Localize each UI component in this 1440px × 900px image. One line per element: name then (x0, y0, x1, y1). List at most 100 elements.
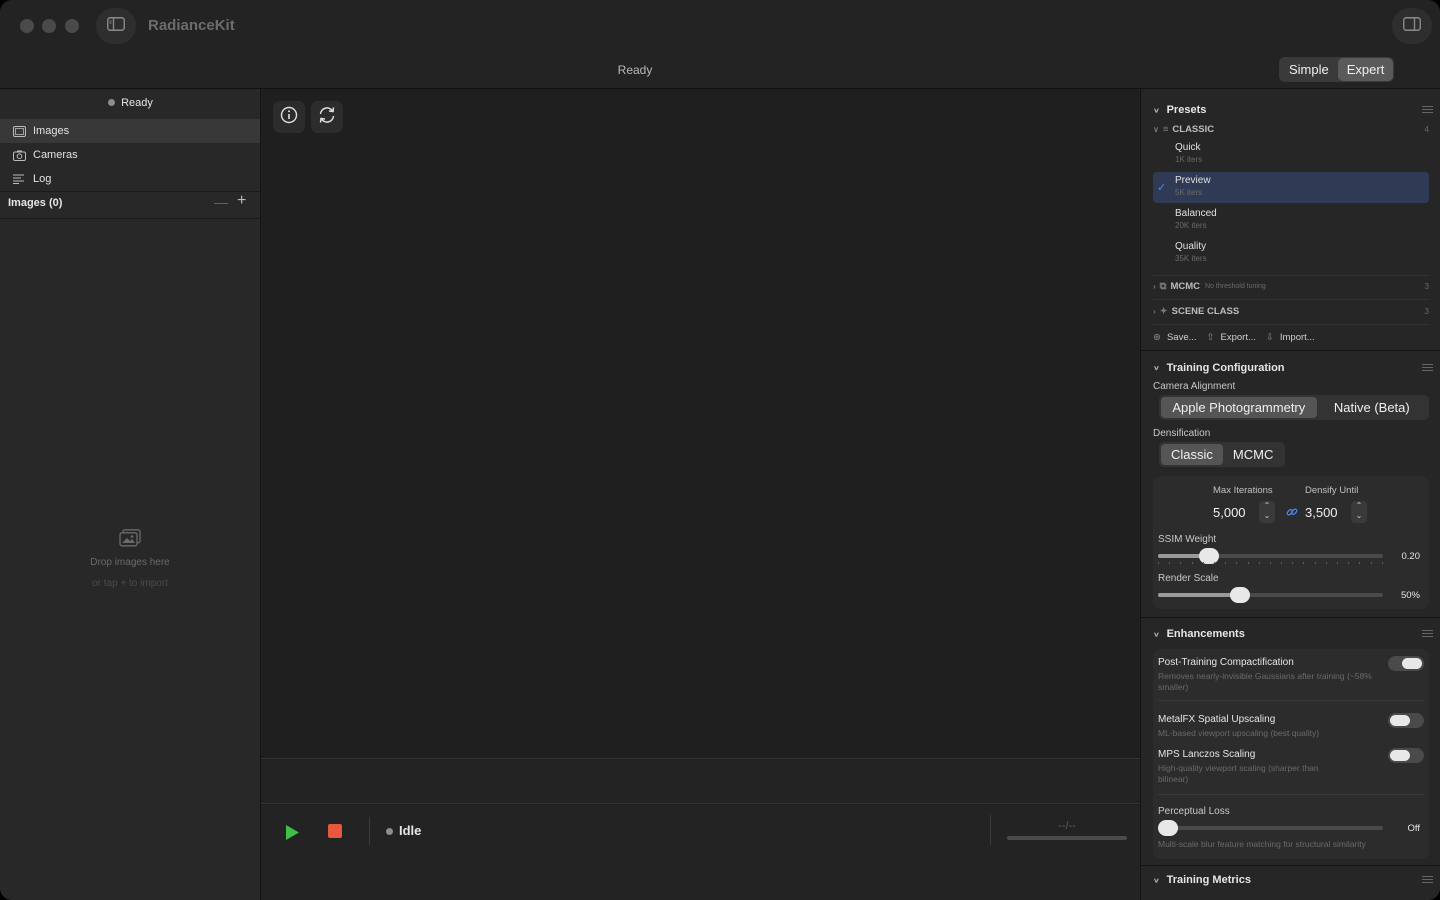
slider-tick (1370, 562, 1372, 564)
drag-handle-icon[interactable] (1422, 876, 1433, 885)
preset-item-quality[interactable]: Quality 35K iters (1153, 238, 1429, 269)
zoom-window-button[interactable] (65, 19, 79, 33)
densification-mcmc-option[interactable]: MCMC (1223, 444, 1283, 465)
slider-tick (1281, 562, 1283, 564)
render-viewport[interactable] (261, 89, 1140, 759)
progress-eta: --/-- (1058, 820, 1076, 832)
slider-ticks (1158, 562, 1383, 564)
toggle-sidebar-button[interactable] (96, 8, 136, 44)
preset-item-preview[interactable]: ✓ Preview 5K iters (1153, 172, 1429, 203)
checkmark-icon: ✓ (1157, 182, 1167, 194)
photo-icon (12, 124, 26, 138)
refresh-icon (317, 106, 337, 129)
lanczos-toggle[interactable] (1388, 748, 1424, 763)
preset-group-mcmc[interactable]: › ⧉ MCMC No threshold tuning 3 (1153, 281, 1429, 292)
main-area: Idle --/-- (261, 89, 1140, 900)
slider-tick (1169, 562, 1171, 564)
slider-knob[interactable] (1230, 587, 1250, 603)
save-preset-button[interactable]: Save... (1167, 332, 1197, 343)
sidebar-item-cameras[interactable]: Cameras (0, 143, 260, 167)
mode-simple-button[interactable]: Simple (1280, 58, 1338, 81)
slider-knob[interactable] (1158, 820, 1178, 836)
remove-image-button[interactable]: — (214, 194, 228, 210)
sidebar-item-images[interactable]: Images (0, 119, 260, 143)
slider-fill (1158, 593, 1240, 597)
slider-tick (1292, 562, 1294, 564)
toggle-inspector-button[interactable] (1392, 8, 1432, 44)
camera-alignment-label: Camera Alignment (1153, 381, 1236, 392)
ssim-weight-value: 0.20 (1401, 551, 1421, 562)
densification-classic-option[interactable]: Classic (1161, 444, 1223, 465)
densification-label: Densification (1153, 428, 1211, 439)
chevron-down-icon: ∨ (1153, 106, 1160, 114)
info-button[interactable] (273, 101, 305, 133)
plus-circle-icon: ⊕ (1153, 332, 1161, 343)
training-config-header[interactable]: ∨ Training Configuration (1153, 362, 1433, 374)
export-preset-button[interactable]: Export... (1221, 332, 1256, 343)
minimize-window-button[interactable] (42, 19, 56, 33)
divider (1141, 350, 1440, 351)
slider-tick (1225, 562, 1227, 564)
stop-button[interactable] (328, 824, 342, 838)
link-icon[interactable] (1286, 505, 1298, 523)
compactification-desc: Removes nearly-invisible Gaussians after… (1158, 671, 1372, 692)
chevron-right-icon: › (1153, 307, 1156, 316)
enhancements-card: Post-Training Compactification Removes n… (1153, 649, 1429, 859)
divider (1153, 275, 1429, 276)
divider (1153, 299, 1429, 300)
perceptual-loss-value: Off (1407, 823, 1421, 834)
divider (1141, 865, 1440, 866)
sidebar-right-icon (1403, 16, 1421, 36)
sidebar-item-log[interactable]: Log (0, 167, 260, 191)
alignment-apple-option[interactable]: Apple Photogrammetry (1161, 397, 1317, 418)
perceptual-loss-slider[interactable] (1158, 820, 1383, 836)
sidebar: Ready Images Cameras Log Images (0) — + … (0, 89, 261, 900)
slider-tick (1191, 562, 1193, 564)
perceptual-loss-desc: Multi-scale blur feature matching for st… (1158, 839, 1366, 849)
training-params-card: Max Iterations 5,000 ⌃ ⌄ Densify Until 3,… (1153, 476, 1429, 609)
densify-until-value[interactable]: 3,500 (1305, 505, 1338, 520)
ssim-weight-slider[interactable] (1158, 548, 1383, 564)
play-button[interactable] (286, 825, 299, 845)
preset-group-scene-class[interactable]: › ✦ SCENE CLASS 3 (1153, 306, 1429, 317)
enhancements-header[interactable]: ∨ Enhancements (1153, 628, 1433, 640)
preset-item-balanced[interactable]: Balanced 20K iters (1153, 205, 1429, 236)
render-scale-value: 50% (1400, 590, 1420, 601)
log-icon (12, 172, 26, 186)
images-header: Images (0) (8, 197, 63, 209)
toolbar-status: Ready (617, 63, 653, 77)
divider (0, 191, 261, 192)
drag-handle-icon[interactable] (1422, 106, 1433, 115)
preset-item-quick[interactable]: Quick 1K iters (1153, 139, 1429, 170)
metalfx-toggle[interactable] (1388, 713, 1424, 728)
drag-handle-icon[interactable] (1422, 630, 1433, 639)
max-iterations-value[interactable]: 5,000 (1213, 505, 1246, 520)
densification-picker: Classic MCMC (1159, 442, 1286, 467)
camera-icon (12, 148, 26, 162)
training-state: Idle (386, 823, 421, 838)
toggle-knob (1390, 715, 1410, 726)
presets-header[interactable]: ∨ Presets (1153, 104, 1433, 116)
add-image-button[interactable]: + (237, 192, 246, 210)
preset-actions: ⊕ Save... ⇧ Export... ⇩ Import... (1153, 332, 1325, 343)
preset-group-classic[interactable]: ∨ ≡ CLASSIC 4 (1153, 124, 1429, 135)
densify-until-stepper[interactable]: ⌃ ⌄ (1351, 501, 1367, 523)
chevron-down-icon: ∨ (1153, 876, 1160, 884)
drag-handle-icon[interactable] (1422, 364, 1433, 373)
render-scale-slider[interactable] (1158, 587, 1383, 603)
close-window-button[interactable] (20, 19, 34, 33)
divider (369, 817, 370, 845)
alignment-native-option[interactable]: Native (Beta) (1317, 397, 1427, 418)
metalfx-desc: ML-based viewport upscaling (best qualit… (1158, 728, 1320, 738)
progress-bar (1007, 836, 1127, 840)
share-icon: ⇧ (1206, 332, 1215, 343)
slider-tick (1213, 562, 1215, 564)
reset-view-button[interactable] (311, 101, 343, 133)
max-iterations-label: Max Iterations (1213, 485, 1273, 496)
max-iterations-stepper[interactable]: ⌃ ⌄ (1259, 501, 1275, 523)
compactification-toggle[interactable] (1388, 656, 1424, 671)
divider (1141, 617, 1440, 618)
training-metrics-header[interactable]: ∨ Training Metrics (1153, 874, 1433, 886)
import-preset-button[interactable]: Import... (1280, 332, 1315, 343)
mode-expert-button[interactable]: Expert (1337, 58, 1394, 81)
